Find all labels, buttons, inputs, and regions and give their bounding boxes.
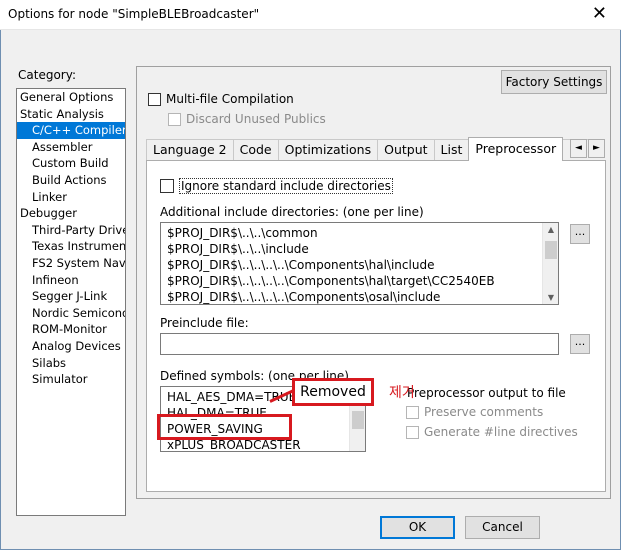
category-item[interactable]: ROM-Monitor (17, 321, 125, 338)
category-item[interactable]: Static Analysis (17, 106, 125, 123)
category-item[interactable]: Nordic Semiconductor (17, 305, 125, 322)
category-item[interactable]: Third-Party Driver (17, 222, 125, 239)
category-item[interactable]: Simulator (17, 371, 125, 388)
close-icon[interactable]: ✕ (592, 3, 607, 25)
discard-unused-publics-checkbox: Discard Unused Publics (168, 112, 326, 126)
preinclude-input[interactable] (160, 333, 559, 355)
discard-unused-publics-label: Discard Unused Publics (186, 112, 326, 126)
category-label: Category: (18, 68, 76, 82)
tab-code[interactable]: Code (232, 139, 279, 161)
title-bar: Options for node "SimpleBLEBroadcaster" … (0, 0, 621, 30)
preserve-comments-label: Preserve comments (424, 405, 544, 419)
include-dirs-scrollbar[interactable]: ▲ ▼ (542, 223, 558, 304)
include-dirs-list[interactable]: $PROJ_DIR$\..\..\common $PROJ_DIR$\..\..\… (160, 222, 559, 305)
checkbox-box[interactable] (160, 179, 174, 193)
category-item[interactable]: Silabs (17, 355, 125, 372)
include-dir-line: $PROJ_DIR$\..\..\..\..\Components\osal\i… (167, 290, 441, 304)
generate-line-directives-checkbox: Generate #line directives (406, 425, 578, 439)
include-dirs-label: Additional include directories: (one per… (160, 205, 424, 219)
include-dir-line: $PROJ_DIR$\..\..\common (167, 226, 318, 240)
scroll-thumb[interactable] (545, 241, 557, 259)
include-dirs-browse-button[interactable]: ... (570, 224, 590, 244)
category-item[interactable]: General Options (17, 89, 125, 106)
scroll-thumb[interactable] (352, 411, 364, 429)
category-item[interactable]: Analog Devices (17, 338, 125, 355)
preinclude-label: Preinclude file: (160, 316, 249, 330)
preserve-comments-checkbox: Preserve comments (406, 405, 543, 419)
tab-scroll-left-icon[interactable]: ◄ (570, 139, 587, 158)
tab-scroll-right-icon[interactable]: ► (588, 139, 605, 158)
include-dir-line: $PROJ_DIR$\..\..\..\..\Components\hal\in… (167, 258, 435, 272)
window-title: Options for node "SimpleBLEBroadcaster" (8, 7, 260, 21)
preprocessor-output-checkbox[interactable]: Preprocessor output to file (389, 386, 566, 400)
tab-strip: Language 2 Code Optimizations Output List Pre… (146, 137, 588, 161)
category-item[interactable]: Debugger (17, 205, 125, 222)
cancel-button[interactable]: Cancel (465, 516, 540, 539)
tab-optimizations[interactable]: Optimizations (277, 139, 379, 161)
checkbox-box (406, 425, 419, 439)
category-item[interactable]: FS2 System Navigator (17, 255, 125, 272)
category-item[interactable]: Custom Build (17, 155, 125, 172)
multifile-compilation-label: Multi-file Compilation (166, 92, 294, 106)
removed-callout: Removed (292, 378, 374, 406)
factory-settings-button[interactable]: Factory Settings (501, 70, 607, 94)
multifile-compilation-checkbox[interactable]: Multi-file Compilation (148, 92, 294, 106)
tab-list[interactable]: List (433, 139, 470, 161)
tab-output[interactable]: Output (377, 139, 435, 161)
ignore-standard-include-label: Ignore standard include directories (179, 178, 393, 194)
annotation-korean-text: 제거 (389, 385, 415, 401)
checkbox-box[interactable] (148, 92, 161, 106)
scroll-down-icon[interactable]: ▼ (543, 293, 558, 302)
category-item[interactable]: Texas Instruments (17, 238, 125, 255)
scroll-up-icon[interactable]: ▲ (543, 225, 558, 234)
ok-button[interactable]: OK (380, 516, 455, 539)
removed-highlight-box (157, 414, 292, 440)
ignore-standard-include-checkbox[interactable]: Ignore standard include directories (160, 178, 393, 194)
tab-language-2[interactable]: Language 2 (146, 139, 234, 161)
category-item[interactable]: Linker (17, 189, 125, 206)
category-item[interactable]: Assembler (17, 139, 125, 156)
category-item[interactable]: Infineon (17, 272, 125, 289)
category-list[interactable]: General Options Static Analysis C/C++ Comp… (16, 88, 126, 516)
preinclude-browse-button[interactable]: ... (570, 334, 590, 354)
include-dir-line: $PROJ_DIR$\..\..\include (167, 242, 309, 256)
include-dir-line: $PROJ_DIR$\..\..\..\..\Components\hal\ta… (167, 274, 495, 288)
category-item[interactable]: Segger J-Link (17, 288, 125, 305)
generate-line-directives-label: Generate #line directives (424, 425, 578, 439)
category-item[interactable]: C/C++ Compiler (17, 122, 125, 139)
preprocessor-output-label: Preprocessor output to file (407, 386, 566, 400)
checkbox-box (406, 405, 419, 419)
category-item[interactable]: Build Actions (17, 172, 125, 189)
checkbox-box (168, 112, 181, 126)
tab-preprocessor[interactable]: Preprocessor (468, 137, 564, 161)
